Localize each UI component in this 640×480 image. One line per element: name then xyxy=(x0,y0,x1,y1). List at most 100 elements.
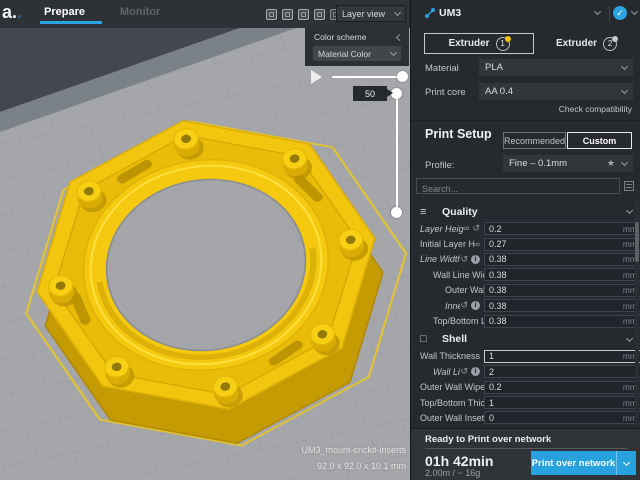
info-icon[interactable]: i xyxy=(471,367,480,376)
view-left-icon[interactable] xyxy=(314,9,325,20)
setting-input[interactable]: 0.38mm xyxy=(484,284,640,297)
setting-label: Top/Bottom Thickness xyxy=(416,398,484,408)
layer-slider-track[interactable] xyxy=(396,93,398,213)
tab-extruder-2[interactable]: Extruder 2 xyxy=(534,33,639,54)
print-core-label: Print core xyxy=(425,87,466,98)
setting-value: 0.38 xyxy=(485,285,623,295)
setting-input[interactable]: 1mm xyxy=(484,396,640,409)
link-icon[interactable]: ∞ xyxy=(474,240,480,249)
setting-label: Initial Layer Height xyxy=(416,239,474,249)
tab-extruder-1[interactable]: Extruder 1 xyxy=(424,33,534,54)
section-header-shell[interactable]: □Shell xyxy=(416,331,640,348)
scene-svg xyxy=(0,0,410,480)
profile-dropdown[interactable]: Fine – 0.1mm ★ xyxy=(503,155,633,172)
revert-icon[interactable]: ↺ xyxy=(460,367,468,376)
model-name: UM3_mount-crickit-inserts xyxy=(180,442,406,458)
path-slider-handle[interactable] xyxy=(397,71,408,82)
setting-input[interactable]: 1mm xyxy=(484,350,640,363)
search-box xyxy=(416,178,620,194)
setting-input[interactable]: 2 xyxy=(484,365,640,378)
printer-name[interactable]: UM3 xyxy=(439,7,461,19)
chevron-down-icon xyxy=(621,87,628,94)
connection-dropdown-chevron[interactable] xyxy=(631,8,638,15)
print-options-chevron[interactable] xyxy=(616,451,636,475)
collapse-panel-icon[interactable] xyxy=(396,34,403,41)
settings-panel: UM3 ✓ Extruder 1 Extruder 2 Material PLA… xyxy=(410,0,640,480)
connected-check-icon[interactable]: ✓ xyxy=(613,6,627,20)
setting-input[interactable]: 0.27mm xyxy=(484,238,640,251)
setting-icons: ∞ xyxy=(474,240,480,249)
setting-row: Outer Wall Wipe Distance0.2mm xyxy=(416,380,640,395)
setting-input[interactable]: 0.38mm xyxy=(484,253,640,266)
scrollbar-thumb[interactable] xyxy=(635,222,639,262)
setting-row: Initial Layer Height∞ 0.27mm xyxy=(416,236,640,251)
revert-icon[interactable]: ↺ xyxy=(460,301,468,310)
setting-input[interactable]: 0.2mm xyxy=(484,222,640,235)
setting-value: 0 xyxy=(485,413,623,423)
setting-value: 1 xyxy=(485,351,623,361)
check-compatibility-link[interactable]: Check compatibility xyxy=(559,104,632,114)
setting-row: Wall Line Count↺i2 xyxy=(416,364,640,379)
path-slider-track[interactable] xyxy=(332,76,403,78)
setting-input[interactable]: 0.38mm xyxy=(484,268,640,281)
mode-recommended-button[interactable]: Recommended xyxy=(503,132,566,149)
tab-prepare[interactable]: Prepare xyxy=(44,6,85,18)
print-job-footer: Ready to Print over network 01h 42min 2.… xyxy=(411,428,640,480)
job-status: Ready to Print over network xyxy=(425,434,551,445)
setting-row: Layer Height∞↺ 0.2mm xyxy=(416,221,640,236)
view-mode-dropdown[interactable]: Layer view xyxy=(336,5,406,22)
star-icon[interactable]: ★ xyxy=(607,158,615,169)
setting-value: 0.38 xyxy=(485,316,623,326)
chevron-down-icon xyxy=(621,63,628,70)
setting-icons: ↺i xyxy=(460,255,480,264)
info-icon[interactable]: i xyxy=(471,301,480,310)
extruder-1-material-dot xyxy=(505,36,511,42)
play-button[interactable] xyxy=(311,70,322,84)
machine-row: UM3 ✓ xyxy=(411,0,640,27)
link-icon[interactable]: ∞ xyxy=(463,224,469,233)
tab-monitor[interactable]: Monitor xyxy=(120,6,160,18)
setting-value: 0.38 xyxy=(485,254,623,264)
mode-custom-button[interactable]: Custom xyxy=(567,132,632,149)
info-icon[interactable]: i xyxy=(471,255,480,264)
revert-icon[interactable]: ↺ xyxy=(472,224,480,233)
chevron-down-icon xyxy=(626,335,633,342)
search-input[interactable] xyxy=(417,182,619,196)
setting-label: Layer Height xyxy=(416,224,463,234)
setting-input[interactable]: 0.38mm xyxy=(484,315,640,328)
chevron-down-icon xyxy=(394,9,401,16)
setting-label: Wall Line Count xyxy=(416,367,460,377)
print-core-dropdown[interactable]: AA 0.4 xyxy=(479,83,633,100)
print-setup-title: Print Setup xyxy=(425,127,492,141)
setting-input[interactable]: 0.2mm xyxy=(484,381,640,394)
view-3d-icon[interactable] xyxy=(266,9,277,20)
section-title: Quality xyxy=(442,206,627,218)
setting-row: Wall Thickness1mm xyxy=(416,349,640,364)
print-over-network-button[interactable]: Print over network xyxy=(531,451,636,475)
view-front-icon[interactable] xyxy=(282,9,293,20)
section-header-quality[interactable]: ≡Quality xyxy=(416,203,640,220)
setting-value: 0.27 xyxy=(485,239,623,249)
setting-row: Top/Bottom Thickness1mm xyxy=(416,395,640,410)
setting-visibility-icon[interactable] xyxy=(624,181,634,191)
setting-row: Wall Line Width0.38mm xyxy=(416,267,640,282)
layer-slider-bottom-handle[interactable] xyxy=(391,207,402,218)
view-top-icon[interactable] xyxy=(298,9,309,20)
setting-value: 0.2 xyxy=(485,382,623,392)
printer-dropdown-chevron[interactable] xyxy=(594,8,601,15)
setting-input[interactable]: 0mm xyxy=(484,411,640,424)
setting-label: Wall Line Width xyxy=(416,270,484,280)
setting-value: 0.38 xyxy=(485,301,623,311)
divider xyxy=(425,448,628,449)
viewport-3d[interactable]: a.. Prepare Monitor Layer view Color sch… xyxy=(0,0,410,480)
setting-value: 1 xyxy=(485,398,623,408)
revert-icon[interactable]: ↺ xyxy=(460,255,468,264)
color-scheme-dropdown[interactable]: Material Color xyxy=(313,46,401,61)
cura-window: a.. Prepare Monitor Layer view Color sch… xyxy=(0,0,640,480)
setting-value: 0.2 xyxy=(485,224,623,234)
color-scheme-panel: Color scheme Material Color xyxy=(305,28,409,66)
shell-icon: □ xyxy=(420,333,434,345)
setting-input[interactable]: 0.38mm xyxy=(484,299,640,312)
divider xyxy=(609,6,610,21)
material-dropdown[interactable]: PLA xyxy=(479,59,633,76)
